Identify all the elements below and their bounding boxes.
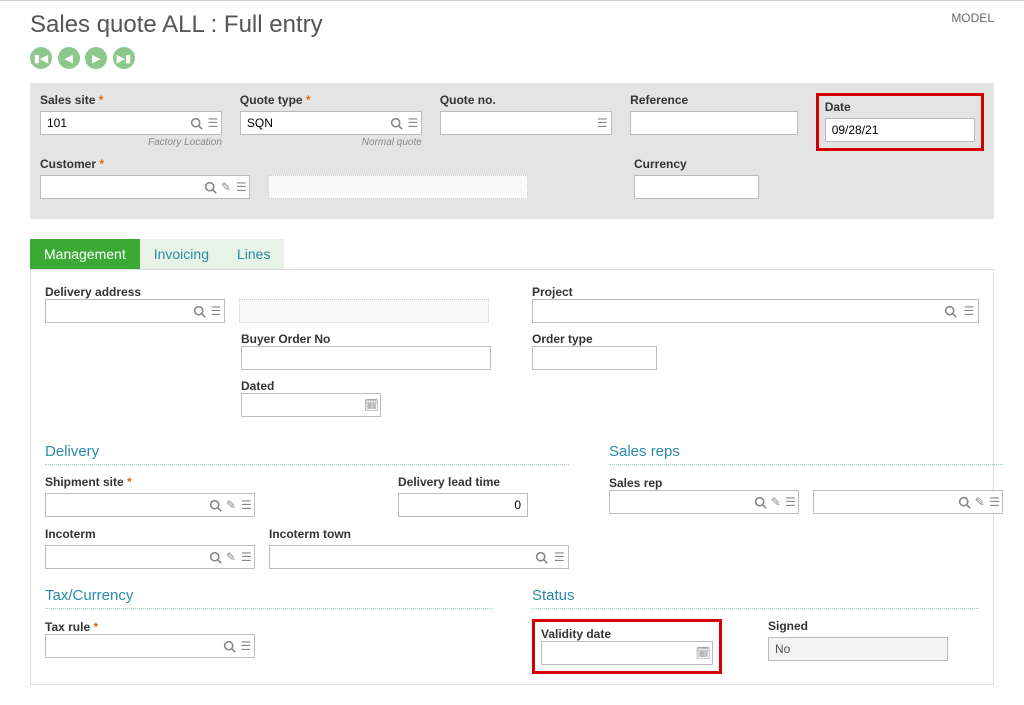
list-icon[interactable]: ☰ [237, 635, 254, 657]
list-icon[interactable]: ☰ [239, 546, 254, 568]
sales-rep-label: Sales rep [609, 476, 662, 490]
prev-record-button[interactable]: ◀ [58, 47, 80, 69]
management-panel: Delivery address ☰ Buyer Order No [30, 269, 994, 685]
signed-label: Signed [768, 619, 948, 633]
list-icon[interactable]: ☰ [783, 491, 798, 513]
list-icon[interactable]: ☰ [234, 176, 249, 198]
list-icon[interactable]: ☰ [987, 491, 1002, 513]
lookup-icon[interactable] [753, 491, 768, 513]
list-icon[interactable]: ☰ [239, 494, 254, 516]
incoterm-label: Incoterm [45, 527, 255, 541]
lookup-icon[interactable] [192, 300, 208, 322]
list-icon[interactable]: ☰ [593, 112, 611, 134]
dated-input[interactable] [242, 394, 363, 416]
tax-rule-input[interactable] [46, 635, 221, 657]
tab-invoicing[interactable]: Invoicing [140, 239, 223, 269]
date-input[interactable] [826, 119, 974, 141]
list-icon[interactable]: ☰ [205, 112, 221, 134]
incoterm-town-input[interactable] [270, 546, 533, 568]
lookup-icon[interactable] [941, 300, 959, 322]
quote-type-label: Quote type [240, 93, 422, 107]
lookup-icon[interactable] [189, 112, 205, 134]
currency-label: Currency [634, 157, 759, 171]
action-icon[interactable]: ✎ [218, 176, 233, 198]
validity-date-highlight-box: Validity date 🗓 [532, 619, 722, 674]
currency-input[interactable] [635, 176, 758, 198]
tabs: Management Invoicing Lines [30, 239, 994, 269]
customer-input[interactable] [41, 176, 203, 198]
header-panel: Sales site ☰ Factory Location Quote type… [30, 83, 994, 219]
delivery-address-display [239, 299, 489, 323]
incoterm-town-label: Incoterm town [269, 527, 569, 541]
next-record-button[interactable]: ▶ [85, 47, 107, 69]
lookup-icon[interactable] [389, 112, 405, 134]
lookup-icon[interactable] [203, 176, 218, 198]
list-icon[interactable]: ☰ [550, 546, 568, 568]
tax-rule-label: Tax rule [45, 620, 98, 634]
record-nav: ▮◀ ◀ ▶ ▶▮ [30, 47, 994, 69]
project-input[interactable] [533, 300, 941, 322]
shipment-site-label: Shipment site [45, 475, 255, 489]
action-icon[interactable]: ✎ [223, 546, 238, 568]
order-type-label: Order type [532, 332, 593, 346]
list-icon[interactable]: ☰ [208, 300, 224, 322]
delivery-lead-label: Delivery lead time [398, 475, 528, 489]
incoterm-input[interactable] [46, 546, 208, 568]
action-icon[interactable]: ✎ [972, 491, 987, 513]
customer-label: Customer [40, 157, 250, 171]
sales-site-input-wrap: ☰ [40, 111, 222, 135]
validity-date-label: Validity date [541, 627, 611, 641]
section-tax: Tax/Currency [45, 587, 492, 604]
customer-name-display [268, 175, 528, 199]
lookup-icon[interactable] [221, 635, 238, 657]
date-label: Date [825, 100, 975, 114]
calendar-icon[interactable]: 🗓 [694, 642, 712, 664]
action-icon[interactable]: ✎ [768, 491, 783, 513]
delivery-address-input[interactable] [46, 300, 192, 322]
section-status: Status [532, 587, 979, 604]
dated-label: Dated [241, 379, 274, 393]
quote-no-input[interactable] [441, 112, 594, 134]
lookup-icon[interactable] [208, 494, 223, 516]
quote-no-label: Quote no. [440, 93, 612, 107]
section-delivery: Delivery [45, 443, 569, 460]
sales-site-sublabel: Factory Location [40, 137, 222, 148]
list-icon[interactable]: ☰ [405, 112, 421, 134]
reference-input[interactable] [631, 112, 797, 134]
spacer-label [268, 157, 528, 171]
sales-site-input[interactable] [41, 112, 189, 134]
model-label: MODEL [951, 11, 994, 25]
tab-lines[interactable]: Lines [223, 239, 284, 269]
quote-type-input[interactable] [241, 112, 389, 134]
section-salesreps: Sales reps [609, 443, 1003, 460]
buyer-order-label: Buyer Order No [241, 332, 330, 346]
delivery-lead-input[interactable] [399, 494, 527, 516]
date-highlight-box: Date [816, 93, 984, 151]
lookup-icon[interactable] [957, 491, 972, 513]
shipment-site-input[interactable] [46, 494, 208, 516]
reference-label: Reference [630, 93, 798, 107]
list-icon[interactable]: ☰ [960, 300, 978, 322]
lookup-icon[interactable] [208, 546, 223, 568]
validity-date-input[interactable] [542, 642, 694, 664]
lookup-icon[interactable] [533, 546, 551, 568]
signed-value [769, 638, 947, 660]
page-title: Sales quote ALL : Full entry [30, 11, 994, 39]
sales-rep-input-1[interactable] [610, 491, 753, 513]
sales-rep-input-2[interactable] [814, 491, 957, 513]
tab-management[interactable]: Management [30, 239, 140, 269]
sales-site-label: Sales site [40, 93, 222, 107]
first-record-button[interactable]: ▮◀ [30, 47, 52, 69]
quote-type-sublabel: Normal quote [240, 137, 422, 148]
order-type-input[interactable] [533, 347, 656, 369]
delivery-address-label: Delivery address [45, 285, 141, 299]
project-label: Project [532, 285, 573, 299]
buyer-order-input[interactable] [242, 347, 490, 369]
calendar-icon[interactable]: 🗓 [363, 394, 380, 416]
action-icon[interactable]: ✎ [223, 494, 238, 516]
last-record-button[interactable]: ▶▮ [113, 47, 135, 69]
